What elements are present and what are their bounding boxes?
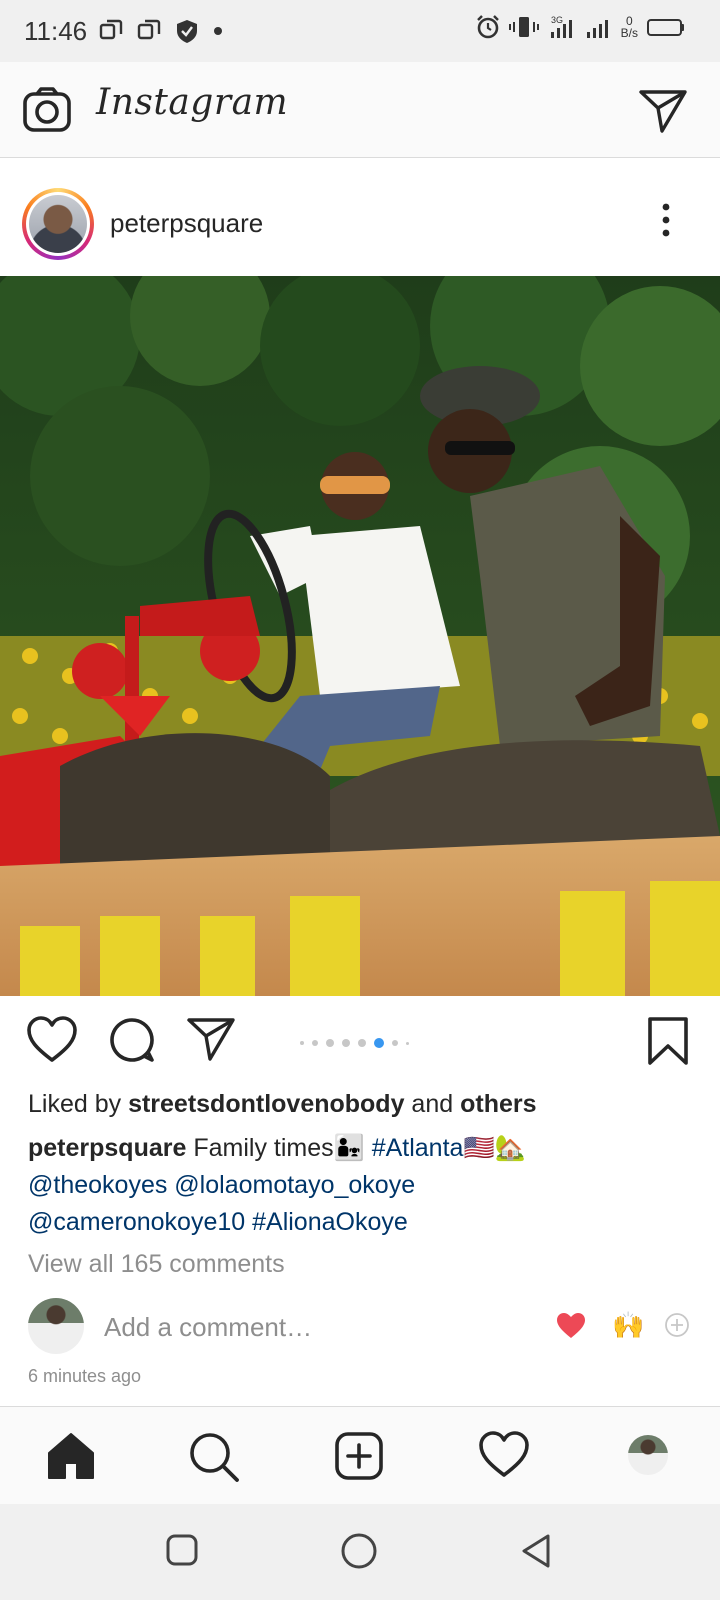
carousel-dot <box>312 1040 318 1046</box>
carousel-dot <box>300 1041 304 1045</box>
post-photo-image <box>0 276 720 996</box>
post-header: peterpsquare <box>0 158 720 276</box>
recents-button[interactable] <box>164 1532 200 1568</box>
network-speed-unit: B/s <box>620 26 638 40</box>
likes-username[interactable]: streetsdontlovenobody <box>128 1090 404 1118</box>
more-options-icon[interactable] <box>660 202 672 238</box>
likes-middle: and <box>404 1090 461 1118</box>
quick-reaction-heart-icon[interactable] <box>556 1312 586 1340</box>
battery-icon <box>647 19 684 36</box>
search-icon[interactable] <box>188 1431 240 1483</box>
shield-icon <box>177 20 197 43</box>
sync-notification-icon <box>99 19 123 40</box>
add-reaction-icon[interactable] <box>664 1312 690 1338</box>
profile-avatar[interactable] <box>628 1435 668 1475</box>
post-actions <box>0 996 720 1084</box>
home-icon[interactable] <box>46 1431 96 1481</box>
alarm-icon <box>476 15 499 39</box>
activity-heart-icon[interactable] <box>478 1431 530 1479</box>
camera-icon[interactable] <box>22 86 72 134</box>
save-bookmark-icon[interactable] <box>646 1016 690 1066</box>
dot-icon <box>214 27 222 35</box>
view-all-comments-link[interactable]: View all 165 comments <box>28 1250 285 1279</box>
home-button[interactable] <box>340 1532 378 1570</box>
app-header: Instagram <box>0 62 720 158</box>
caption-text: Family times👨‍👧 <box>186 1134 372 1162</box>
quick-reaction-raised-hands[interactable]: 🙌 <box>612 1310 644 1341</box>
share-icon[interactable] <box>186 1016 236 1062</box>
status-bar: 11:46 3G 0 B/s <box>0 0 720 62</box>
likes-prefix: Liked by <box>28 1090 129 1118</box>
post-username[interactable]: peterpsquare <box>110 208 263 239</box>
carousel-dot <box>326 1039 334 1047</box>
new-post-icon[interactable] <box>334 1431 384 1481</box>
signal-icon <box>586 20 608 38</box>
carousel-dot <box>374 1038 384 1048</box>
hashtag-atlanta[interactable]: #Atlanta🇺🇸🏡 <box>372 1134 526 1162</box>
post-photo[interactable] <box>0 276 720 996</box>
app-logo: Instagram <box>96 82 289 123</box>
add-comment-input[interactable]: Add a comment… <box>104 1312 312 1343</box>
caption-username[interactable]: peterpsquare <box>28 1134 186 1162</box>
story-ring[interactable] <box>22 188 94 260</box>
back-button[interactable] <box>518 1532 554 1570</box>
signal-3g-icon: 3G <box>550 15 572 38</box>
likes-summary[interactable]: Liked by streetsdontlovenobody and other… <box>28 1090 537 1119</box>
carousel-dot <box>342 1039 350 1047</box>
direct-message-icon[interactable] <box>638 88 688 134</box>
carousel-dot <box>392 1040 398 1046</box>
post-timestamp: 6 minutes ago <box>28 1366 142 1386</box>
comment-icon[interactable] <box>108 1016 156 1064</box>
mention-lolaomotayo[interactable]: @lolaomotayo_okoye <box>174 1171 415 1199</box>
carousel-dot <box>406 1041 409 1045</box>
post-caption: peterpsquare Family times👨‍👧 #Atlanta🇺🇸🏡… <box>28 1130 698 1241</box>
mention-cameronokoye[interactable]: @cameronokoye10 <box>28 1208 245 1236</box>
bottom-navigation <box>0 1406 720 1504</box>
mention-theokoyes[interactable]: @theokoyes <box>28 1171 167 1199</box>
status-time: 11:46 <box>24 16 88 46</box>
hashtag-alionaokoye[interactable]: #AlionaOkoye <box>252 1208 408 1236</box>
network-speed: 0 B/s <box>621 15 638 39</box>
like-heart-icon[interactable] <box>26 1016 78 1064</box>
carousel-dot <box>358 1039 366 1047</box>
likes-others[interactable]: others <box>460 1090 536 1118</box>
carousel-indicator <box>300 1038 409 1048</box>
current-user-avatar <box>28 1298 84 1354</box>
add-comment-row: Add a comment… 🙌 <box>0 1296 720 1360</box>
author-avatar <box>29 195 87 253</box>
sync-notification-icon <box>137 19 161 40</box>
system-navigation-bar <box>0 1504 720 1600</box>
vibrate-icon <box>508 17 539 37</box>
network-type-label: 3G <box>551 15 563 25</box>
